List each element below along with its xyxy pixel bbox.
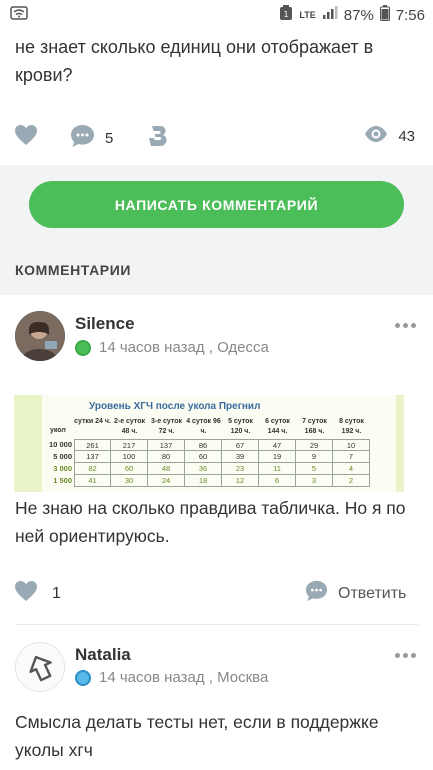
heart-icon bbox=[14, 580, 38, 607]
table-cell: 41 bbox=[74, 475, 111, 487]
table-cell: 137 bbox=[74, 451, 111, 463]
table-row-header: 5 000 bbox=[53, 452, 72, 461]
battery-percent: 87% bbox=[343, 6, 374, 24]
views-stat: 43 bbox=[364, 125, 415, 147]
table-cell: 86 bbox=[185, 439, 222, 451]
table-cell: 48 bbox=[148, 463, 185, 475]
comment-meta: 14 часов назад , Москва bbox=[75, 669, 268, 686]
table-column-header: 3-е суток 72 ч. bbox=[150, 418, 183, 435]
table-row: 261 217 137 86 67 47 29 10 bbox=[74, 439, 404, 451]
table-cell: 10 bbox=[333, 439, 370, 451]
comment-text: Не знаю на сколько правдива табличка. Но… bbox=[15, 498, 406, 546]
table-cell: 4 bbox=[333, 463, 370, 475]
online-status-icon bbox=[75, 669, 91, 686]
comments-heading: КОММЕНТАРИИ bbox=[15, 262, 132, 278]
comment-likes-count: 1 bbox=[52, 584, 61, 602]
brand-share-button[interactable] bbox=[146, 124, 168, 152]
write-comment-button[interactable]: НАПИСАТЬ КОММЕНТАРИЙ bbox=[29, 181, 404, 228]
table-row: 82 60 48 36 23 11 5 4 bbox=[74, 463, 404, 475]
table-cell: 2 bbox=[333, 475, 370, 487]
table-cell: 47 bbox=[259, 439, 296, 451]
table-cell: 24 bbox=[148, 475, 185, 487]
wifi-icon bbox=[10, 6, 28, 25]
question-text: не знает сколько единиц они отображает в… bbox=[15, 37, 374, 85]
table-column-header: 7 суток 168 ч. bbox=[302, 418, 327, 435]
table-cell: 100 bbox=[111, 451, 148, 463]
table-column-header: 6 суток 144 ч. bbox=[265, 418, 290, 435]
table-cell: 11 bbox=[259, 463, 296, 475]
svg-text:1: 1 bbox=[284, 10, 289, 19]
table-cell: 23 bbox=[222, 463, 259, 475]
signal-icon bbox=[322, 6, 338, 24]
table-cell: 19 bbox=[259, 451, 296, 463]
table-cell: 39 bbox=[222, 451, 259, 463]
table-cell: 30 bbox=[111, 475, 148, 487]
comment-time-location: 14 часов назад , Москва bbox=[99, 669, 269, 686]
table-cell: 60 bbox=[185, 451, 222, 463]
table-row-header: 10 000 bbox=[49, 440, 72, 449]
table-cell: 9 bbox=[296, 451, 333, 463]
comments-stat[interactable]: 5 bbox=[70, 124, 113, 152]
table-column-headers: сутки 24 ч. 2-е суток 48 ч. 3-е суток 72 ч… bbox=[74, 417, 370, 437]
table-cell: 29 bbox=[296, 439, 333, 451]
table-cell: 36 bbox=[185, 463, 222, 475]
comment-bubble-icon bbox=[70, 124, 95, 152]
avatar[interactable] bbox=[15, 642, 65, 692]
comment-author[interactable]: Silence bbox=[75, 314, 135, 334]
comment-text: Смысла делать тесты нет, если в поддержк… bbox=[15, 712, 379, 760]
table-cell: 217 bbox=[111, 439, 148, 451]
more-options-button[interactable] bbox=[395, 653, 416, 658]
comment-time-location: 14 часов назад , Одесса bbox=[99, 339, 269, 356]
comment-divider bbox=[15, 624, 418, 625]
table-row-headers: 10 000 5 000 3 000 1 500 bbox=[44, 439, 72, 487]
table-column-header: 5 суток 120 ч. bbox=[228, 418, 253, 435]
table-title: Уровень ХГЧ после укола Прегнил bbox=[89, 401, 261, 412]
brand-logo-icon bbox=[146, 124, 168, 152]
table-cell: 137 bbox=[148, 439, 185, 451]
status-bar: 1 LTE 87% 7:56 bbox=[0, 0, 433, 30]
lte-icon: LTE bbox=[299, 9, 316, 20]
table-row: 41 30 24 18 12 6 3 2 bbox=[74, 475, 404, 487]
table-cell: 12 bbox=[222, 475, 259, 487]
table-cell: 5 bbox=[296, 463, 333, 475]
reply-button[interactable]: Ответить bbox=[305, 580, 406, 607]
comment-like-button[interactable]: 1 bbox=[14, 580, 61, 607]
notification-icon: 1 bbox=[279, 5, 293, 25]
table-row: 137 100 80 60 39 19 9 7 bbox=[74, 451, 404, 463]
battery-icon bbox=[379, 5, 390, 25]
table-cell: 3 bbox=[296, 475, 333, 487]
table-grid: 261 217 137 86 67 47 29 10 137 100 80 60 39 19 9 7 82 60 4… bbox=[74, 439, 404, 487]
more-options-button[interactable] bbox=[395, 323, 416, 328]
table-column-header: сутки 24 ч. bbox=[74, 418, 111, 425]
table-cell: 7 bbox=[333, 451, 370, 463]
online-status-icon bbox=[75, 339, 91, 356]
table-cell: 82 bbox=[74, 463, 111, 475]
comment-bubble-icon bbox=[305, 580, 328, 607]
table-column-header: 2-е суток 48 ч. bbox=[113, 418, 146, 435]
avatar[interactable] bbox=[15, 311, 65, 361]
table-cell: 67 bbox=[222, 439, 259, 451]
table-column-header: 4 суток 96 ч. bbox=[186, 418, 221, 435]
comment-author[interactable]: Natalia bbox=[75, 645, 131, 665]
table-cell: 261 bbox=[74, 439, 111, 451]
table-column-header: 8 суток 192 ч. bbox=[339, 418, 364, 435]
table-cell: 80 bbox=[148, 451, 185, 463]
stats-row: 5 43 bbox=[0, 122, 433, 154]
table-row-header: 3 000 bbox=[53, 464, 72, 473]
table-cell: 60 bbox=[111, 463, 148, 475]
heart-icon bbox=[14, 124, 38, 150]
table-row-header: 1 500 bbox=[53, 476, 72, 485]
like-button[interactable] bbox=[14, 124, 38, 150]
clock: 7:56 bbox=[395, 6, 425, 24]
table-dose-label: укол bbox=[50, 427, 66, 434]
table-cell: 6 bbox=[259, 475, 296, 487]
comment-meta: 14 часов назад , Одесса bbox=[75, 339, 269, 356]
views-count: 43 bbox=[398, 127, 415, 145]
hcg-table-image[interactable]: Уровень ХГЧ после укола Прегнил укол сут… bbox=[14, 395, 404, 492]
table-cell: 18 bbox=[185, 475, 222, 487]
comments-count: 5 bbox=[105, 129, 114, 147]
eye-icon bbox=[364, 125, 388, 147]
reply-label: Ответить bbox=[338, 584, 407, 602]
